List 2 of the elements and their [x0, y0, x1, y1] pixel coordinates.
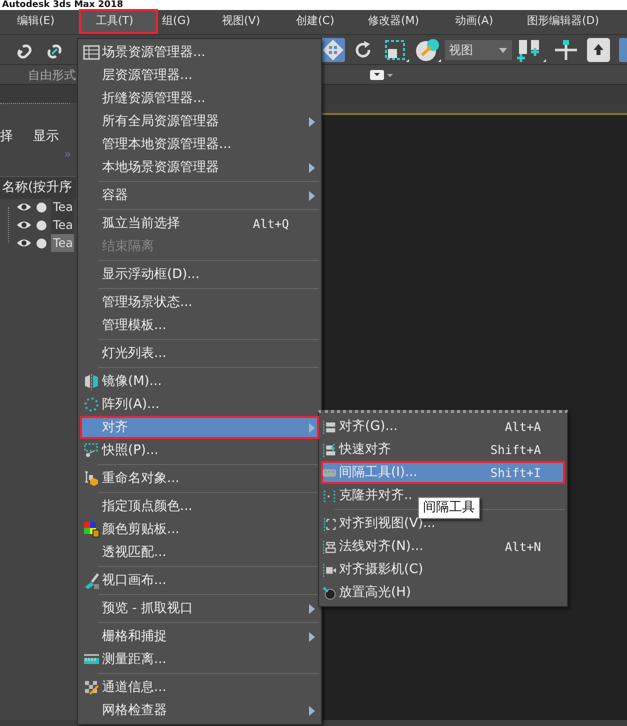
tooltip: 间隔工具	[418, 497, 480, 518]
window-title: Autodesk 3ds Max 2018	[0, 0, 627, 10]
